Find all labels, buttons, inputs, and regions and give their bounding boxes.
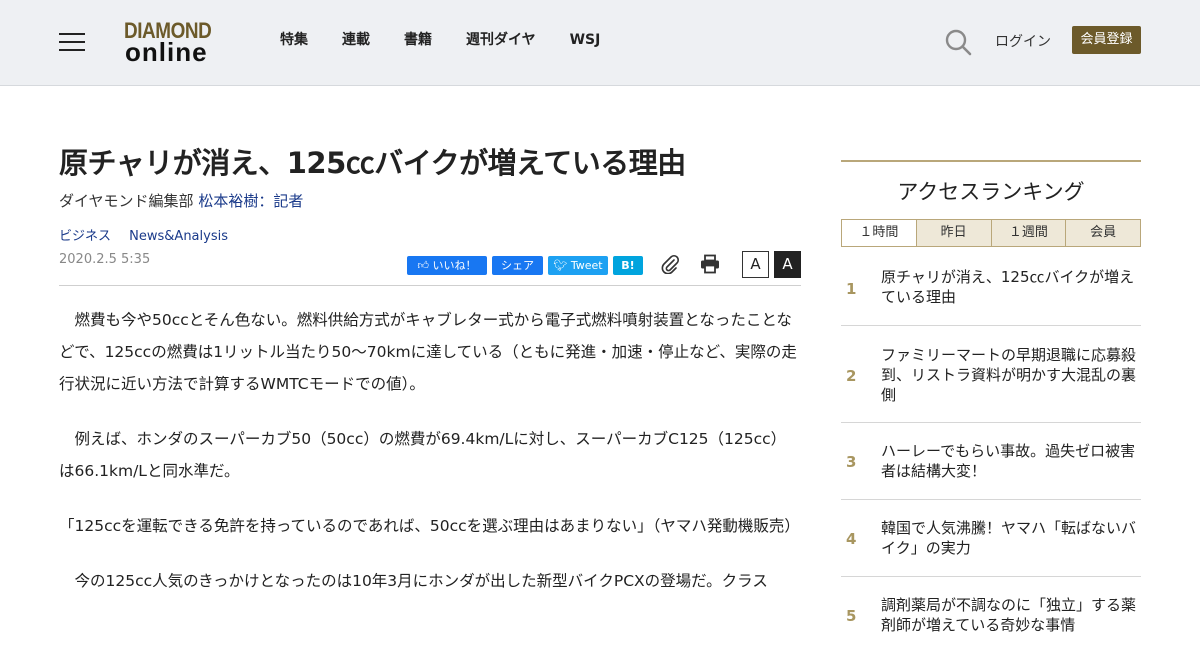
rank-title: 原チャリが消え、125㏄バイクが増えている理由 bbox=[881, 268, 1135, 306]
publish-date: 2020.2.5 5:35 bbox=[59, 252, 151, 267]
main-nav: 特集 連載 書籍 週刊ダイヤ WSJ bbox=[280, 31, 634, 49]
rank-title: 韓国で人気沸騰！ヤマハ「転ばないバイク」の実力 bbox=[881, 519, 1137, 557]
rank-number: 4 bbox=[846, 530, 857, 548]
ranking-item[interactable]: 1 原チャリが消え、125㏄バイクが増えている理由 bbox=[841, 247, 1141, 326]
tab-1week[interactable]: １週間 bbox=[991, 220, 1067, 246]
font-size-normal-button[interactable]: A bbox=[742, 251, 769, 278]
rank-number: 3 bbox=[846, 453, 857, 471]
paragraph: 燃費も今や50ccとそん色ない。燃料供給方式がキャブレター式から電子式燃料噴射装… bbox=[59, 311, 797, 393]
thumbs-up-icon: 👍︎ bbox=[417, 259, 430, 272]
rank-title: ファミリーマートの早期退職に応募殺到、リストラ資料が明かす大混乱の裏側 bbox=[881, 346, 1137, 404]
tag-list: ビジネス News&Analysis bbox=[59, 225, 242, 244]
ranking-list: 1 原チャリが消え、125㏄バイクが増えている理由 2 ファミリーマートの早期退… bbox=[841, 247, 1141, 654]
rank-number: 5 bbox=[846, 607, 857, 625]
byline: ダイヤモンド編集部 松本裕樹：記者 bbox=[59, 190, 303, 211]
author-link[interactable]: 松本裕樹：記者 bbox=[198, 192, 303, 210]
facebook-like-button[interactable]: 👍︎ いいね！ bbox=[407, 256, 487, 275]
rank-title: ハーレーでもらい事故。過失ゼロ被害者は結構大変！ bbox=[881, 442, 1136, 480]
tweet-button[interactable]: 🐦︎ Tweet bbox=[548, 256, 608, 275]
login-link[interactable]: ログイン bbox=[995, 31, 1051, 51]
clip-icon[interactable] bbox=[660, 254, 680, 274]
tab-1hour[interactable]: １時間 bbox=[842, 220, 917, 246]
ranking-item[interactable]: 3 ハーレーでもらい事故。過失ゼロ被害者は結構大変！ bbox=[841, 423, 1141, 500]
nav-item-books[interactable]: 書籍 bbox=[404, 31, 432, 49]
byline-dept: ダイヤモンド編集部 bbox=[59, 192, 194, 210]
register-button[interactable]: 会員登録 bbox=[1072, 26, 1141, 54]
tab-members[interactable]: 会員 bbox=[1066, 220, 1140, 246]
tab-yesterday[interactable]: 昨日 bbox=[916, 220, 992, 246]
article-divider bbox=[59, 285, 801, 286]
nav-item-series[interactable]: 連載 bbox=[342, 31, 370, 49]
article-title: 原チャリが消え、125㏄バイクが増えている理由 bbox=[59, 146, 686, 180]
nav-item-weekly[interactable]: 週刊ダイヤ bbox=[466, 31, 536, 49]
twitter-bird-icon: 🐦︎ bbox=[553, 259, 568, 272]
rank-title: 調剤薬局が不調なのに「独立」する薬剤師が増えている奇妙な事情 bbox=[881, 596, 1137, 634]
ranking-item[interactable]: 4 韓国で人気沸騰！ヤマハ「転ばないバイク」の実力 bbox=[841, 500, 1141, 577]
facebook-like-label: いいね！ bbox=[432, 259, 477, 272]
print-icon[interactable] bbox=[700, 254, 720, 274]
ranking-item[interactable]: 2 ファミリーマートの早期退職に応募殺到、リストラ資料が明かす大混乱の裏側 bbox=[841, 326, 1141, 423]
nav-item-wsj[interactable]: WSJ bbox=[570, 31, 601, 49]
menu-icon[interactable] bbox=[59, 31, 85, 53]
article-body: 燃費も今や50ccとそん色ない。燃料供給方式がキャブレター式から電子式燃料噴射装… bbox=[59, 304, 801, 620]
facebook-share-button[interactable]: シェア bbox=[492, 256, 543, 275]
share-buttons: 👍︎ いいね！ シェア 🐦︎ Tweet B! bbox=[407, 256, 648, 275]
search-icon[interactable] bbox=[944, 28, 972, 56]
sidebar-divider bbox=[841, 160, 1141, 162]
site-header: DIAMOND online 特集 連載 書籍 週刊ダイヤ WSJ ログイン 会… bbox=[0, 0, 1200, 86]
font-size-large-button[interactable]: A bbox=[774, 251, 801, 278]
paragraph: 今の125cc人気のきっかけとなったのは10年3月にホンダが出した新型バイクPC… bbox=[59, 572, 768, 590]
site-logo[interactable]: DIAMOND online bbox=[124, 18, 228, 66]
tweet-label: Tweet bbox=[570, 259, 603, 272]
rank-number: 1 bbox=[846, 280, 857, 298]
tag-business[interactable]: ビジネス bbox=[59, 229, 111, 244]
ranking-tabs: １時間 昨日 １週間 会員 bbox=[841, 219, 1141, 247]
paragraph: 「125ccを運転できる免許を持っているのであれば、50ccを選ぶ理由はあまりな… bbox=[59, 517, 800, 535]
ranking-item[interactable]: 5 調剤薬局が不調なのに「独立」する薬剤師が増えている奇妙な事情 bbox=[841, 577, 1141, 654]
ranking-title: アクセスランキング bbox=[897, 180, 1085, 204]
rank-number: 2 bbox=[846, 367, 857, 385]
tag-news-analysis[interactable]: News&Analysis bbox=[129, 229, 228, 244]
logo-line2: online bbox=[125, 37, 208, 67]
nav-item-features[interactable]: 特集 bbox=[280, 31, 308, 49]
paragraph: 例えば、ホンダのスーパーカブ50（50cc）の燃費が69.4km/Lに対し、スー… bbox=[59, 430, 787, 480]
hatena-bookmark-button[interactable]: B! bbox=[613, 256, 643, 275]
